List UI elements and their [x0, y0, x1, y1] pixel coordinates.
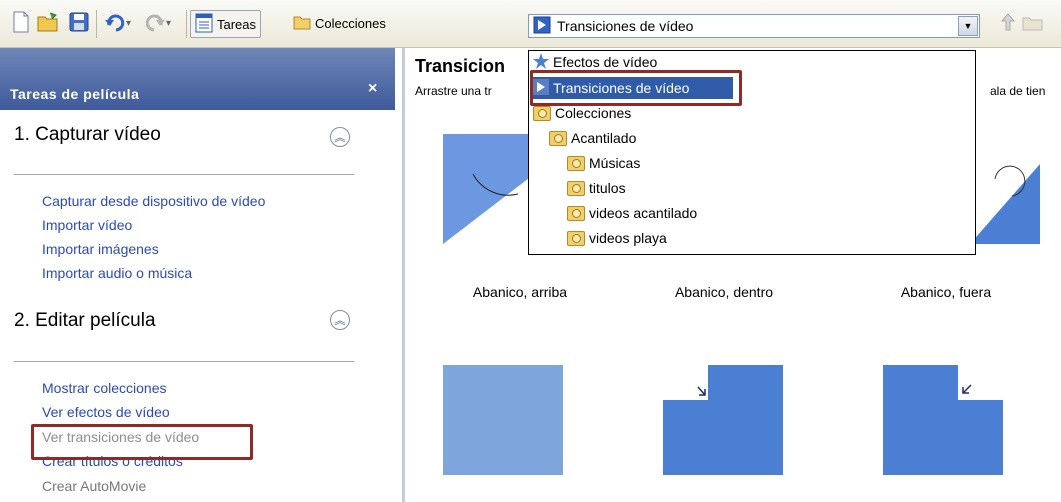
collections-button[interactable]: Colecciones	[293, 10, 386, 36]
dropdown-item-label: videos acantilado	[589, 205, 698, 221]
section-edit-title[interactable]: 2. Editar película	[14, 310, 156, 332]
link-show-collections[interactable]: Mostrar colecciones	[42, 380, 167, 396]
redo-button[interactable]: ▾	[145, 10, 171, 36]
section-divider	[14, 174, 354, 175]
dropdown-item-acantilado[interactable]: Acantilado	[549, 127, 636, 149]
thumb-label: Abanico, fuera	[900, 284, 992, 300]
chevron-down-icon[interactable]: ▾	[166, 18, 171, 29]
dropdown-item-titulos[interactable]: titulos	[567, 177, 626, 199]
new-document-icon	[12, 11, 30, 36]
toolbar-separator	[96, 10, 97, 38]
collections-label: Colecciones	[315, 15, 386, 31]
link-import-audio[interactable]: Importar audio o música	[42, 265, 192, 281]
toolbar-separator	[186, 10, 187, 38]
link-capture-device[interactable]: Capturar desde dispositivo de vídeo	[42, 193, 265, 209]
link-create-automovie[interactable]: Crear AutoMovie	[42, 478, 146, 494]
highlight-box	[530, 70, 742, 106]
pane-splitter[interactable]	[402, 48, 405, 502]
open-project-button[interactable]	[37, 10, 61, 36]
up-button[interactable]	[1000, 10, 1016, 36]
undo-button[interactable]: ▾	[104, 10, 131, 36]
pane-title: Tareas de película	[10, 86, 140, 102]
dropdown-item-videos-playa[interactable]: videos playa	[567, 227, 667, 249]
transition-thumb[interactable]	[663, 365, 783, 475]
tasks-button[interactable]: Tareas	[190, 10, 262, 38]
redo-icon	[145, 11, 166, 36]
highlight-box	[31, 424, 253, 460]
effects-star-icon	[533, 52, 549, 72]
pane-header: Tareas de película ×	[0, 48, 395, 110]
folder-icon	[567, 180, 585, 196]
collapse-icon[interactable]: ︽	[330, 127, 350, 147]
dropdown-item-label: Colecciones	[555, 105, 632, 121]
collapse-icon[interactable]: ︽	[330, 310, 350, 330]
up-arrow-icon	[1000, 12, 1016, 35]
dropdown-item-label: Músicas	[589, 155, 641, 171]
save-disk-icon	[68, 11, 90, 36]
content-instructions-tail: ala de tien	[990, 84, 1046, 98]
section-divider	[14, 361, 354, 362]
link-view-effects[interactable]: Ver efectos de vídeo	[42, 404, 170, 420]
toolbar: ▾ ▾ Tareas Colecciones Transiciones de v…	[0, 0, 1061, 48]
folder-icon	[567, 205, 585, 221]
dropdown-item-label: Acantilado	[571, 130, 637, 146]
transition-icon	[533, 16, 551, 37]
dropdown-item-musicas[interactable]: Músicas	[567, 152, 640, 174]
thumb-label: Abanico, arriba	[472, 284, 568, 300]
transition-thumb[interactable]	[443, 365, 563, 475]
folder-icon	[567, 155, 585, 171]
dropdown-item-videos-acantilado[interactable]: videos acantilado	[567, 202, 697, 224]
link-import-video[interactable]: Importar vídeo	[42, 217, 132, 233]
undo-icon	[104, 11, 126, 36]
collections-combo[interactable]: Transiciones de vídeo ▼	[528, 14, 980, 38]
save-button[interactable]	[68, 10, 90, 36]
dropdown-item-label: videos playa	[589, 230, 667, 246]
folder-icon	[549, 130, 567, 146]
section-capture-title[interactable]: 1. Capturar vídeo	[14, 124, 161, 146]
folder-icon	[567, 230, 585, 246]
folder-icon	[533, 105, 551, 121]
combo-value: Transiciones de vídeo	[557, 18, 694, 34]
inset-down-left-thumbnail	[883, 365, 1003, 475]
transition-thumb[interactable]	[883, 365, 1003, 475]
task-list-icon	[195, 13, 213, 36]
dropdown-item-label: Efectos de vídeo	[553, 54, 658, 70]
fade-thumbnail	[443, 365, 563, 475]
new-folder-icon	[1022, 12, 1052, 35]
folder-icon	[293, 13, 311, 34]
thumb-label: Abanico, dentro	[674, 284, 774, 300]
close-icon[interactable]: ×	[368, 80, 377, 98]
chevron-down-icon[interactable]: ▾	[126, 18, 131, 29]
inset-down-right-thumbnail	[663, 365, 783, 475]
tasks-label: Tareas	[217, 16, 257, 32]
dropdown-item-label: titulos	[589, 180, 626, 196]
content-instructions: Arrastre una tr	[415, 84, 492, 98]
chevron-down-icon[interactable]: ▼	[958, 16, 978, 36]
new-collection-button[interactable]	[1022, 10, 1052, 36]
open-folder-icon	[37, 11, 61, 36]
content-title: Transicion	[415, 56, 506, 76]
new-project-button[interactable]	[12, 10, 30, 36]
link-import-images[interactable]: Importar imágenes	[42, 241, 159, 257]
